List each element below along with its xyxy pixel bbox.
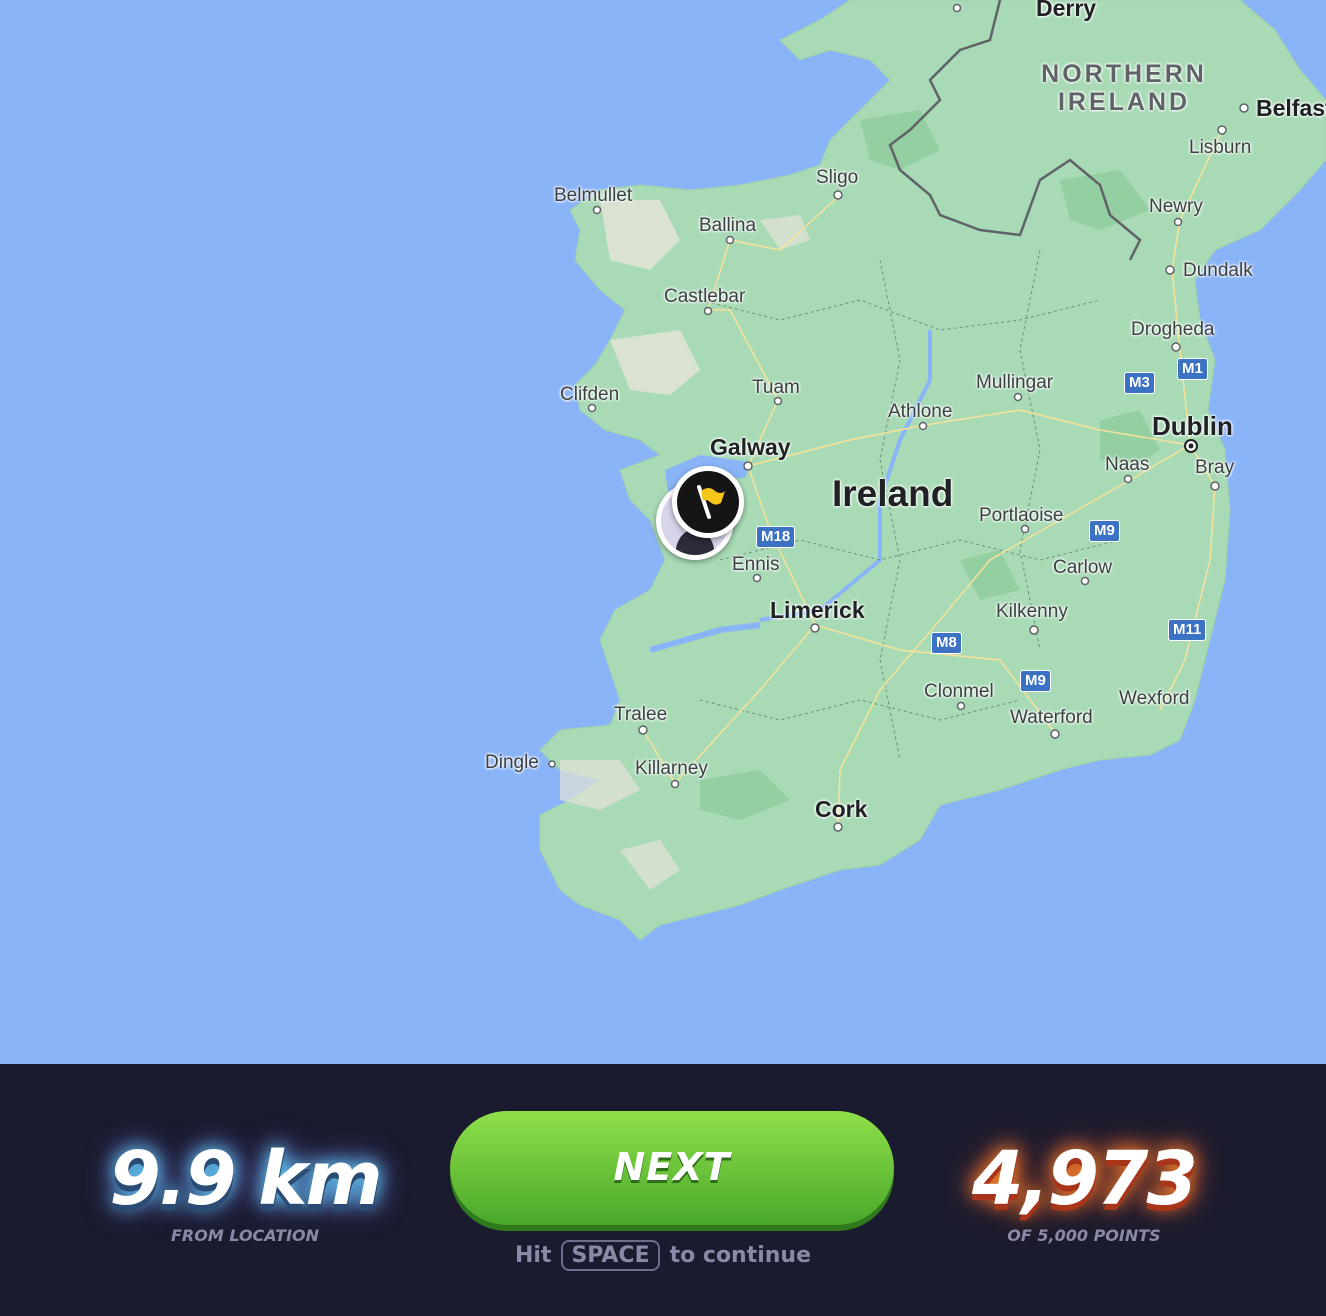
shield-m1: M1 <box>1177 358 1208 380</box>
label-portlaoise: Portlaoise <box>979 505 1064 526</box>
shield-m18: M18 <box>756 526 796 548</box>
label-dundalk: Dundalk <box>1183 260 1253 281</box>
label-bray: Bray <box>1195 457 1235 478</box>
next-button[interactable]: NEXT <box>450 1111 894 1225</box>
result-panel: 9.9 km FROM LOCATION NEXT Hit SPACE to con… <box>0 1064 1326 1316</box>
result-map[interactable]: Derry NORTHERN IRELAND Belfast Lisburn S… <box>0 0 1326 1064</box>
label-derry: Derry <box>1036 0 1097 21</box>
label-wexford: Wexford <box>1119 688 1190 709</box>
label-waterford: Waterford <box>1010 707 1093 728</box>
label-castlebar: Castlebar <box>664 286 746 307</box>
flag-icon <box>697 485 725 519</box>
shield-m9-north: M9 <box>1089 520 1120 542</box>
label-clonmel: Clonmel <box>924 681 994 702</box>
shield-m8: M8 <box>931 632 962 654</box>
label-ennis: Ennis <box>732 554 780 575</box>
label-limerick: Limerick <box>770 597 865 623</box>
label-belfast: Belfast <box>1256 95 1326 121</box>
label-lisburn: Lisburn <box>1189 137 1252 158</box>
score-stat: 4,973 OF 5,000 POINTS <box>950 1142 1218 1245</box>
label-ireland: Ireland <box>832 473 954 514</box>
label-naas: Naas <box>1105 454 1150 475</box>
label-dingle: Dingle <box>485 752 539 773</box>
distance-value: 9.9 km <box>109 1136 382 1222</box>
label-dublin: Dublin <box>1152 411 1233 441</box>
label-newry: Newry <box>1149 196 1203 217</box>
label-tralee: Tralee <box>614 704 668 725</box>
label-mullingar: Mullingar <box>976 372 1054 393</box>
score-value: 4,973 <box>971 1136 1198 1222</box>
shield-m11: M11 <box>1168 619 1207 641</box>
hint-suffix: to continue <box>669 1243 812 1268</box>
label-tuam: Tuam <box>752 377 800 398</box>
label-ballina: Ballina <box>699 215 757 236</box>
label-killarney: Killarney <box>635 758 708 779</box>
label-carlow: Carlow <box>1053 557 1113 578</box>
label-northern-ireland: NORTHERN IRELAND <box>1041 60 1207 116</box>
label-galway: Galway <box>710 434 791 460</box>
distance-stat: 9.9 km FROM LOCATION <box>100 1142 390 1245</box>
shield-m3: M3 <box>1124 372 1155 394</box>
label-kilkenny: Kilkenny <box>996 601 1068 622</box>
score-caption: OF 5,000 POINTS <box>1007 1226 1161 1245</box>
space-key: SPACE <box>561 1240 660 1271</box>
correct-location-flag-marker[interactable] <box>672 466 744 538</box>
label-cork: Cork <box>815 796 868 822</box>
label-athlone: Athlone <box>888 401 953 422</box>
shield-m9-south: M9 <box>1020 670 1051 692</box>
hint-prefix: Hit <box>514 1243 552 1268</box>
label-clifden: Clifden <box>560 384 620 405</box>
label-sligo: Sligo <box>816 167 859 188</box>
label-belmullet: Belmullet <box>554 185 633 206</box>
label-drogheda: Drogheda <box>1131 319 1215 340</box>
